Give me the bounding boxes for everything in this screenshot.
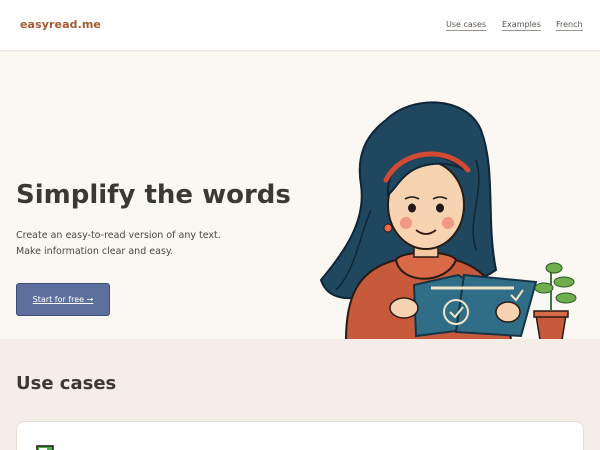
nav-link-use-cases[interactable]: Use cases — [446, 20, 487, 31]
hero-section: Simplify the words Create an easy-to-rea… — [0, 52, 600, 340]
nav-link-french[interactable]: French — [556, 20, 583, 31]
nav-link-examples[interactable]: Examples — [502, 20, 541, 31]
document-icon — [36, 445, 54, 450]
hero-description-line-2: Make information clear and easy. — [16, 246, 174, 257]
site-header: easyread.me Use cases Examples French — [0, 0, 600, 51]
use-cases-section: Use cases — [0, 339, 600, 450]
hero-description-line-1: Create an easy-to-read version of any te… — [16, 230, 221, 241]
woman-reading-illustration — [319, 101, 577, 340]
use-case-card[interactable] — [16, 421, 584, 450]
hero-title: Simplify the words — [16, 180, 291, 210]
use-cases-heading: Use cases — [16, 373, 117, 394]
start-for-free-button[interactable]: Start for free → — [16, 283, 110, 316]
site-logo[interactable]: easyread.me — [20, 18, 101, 31]
